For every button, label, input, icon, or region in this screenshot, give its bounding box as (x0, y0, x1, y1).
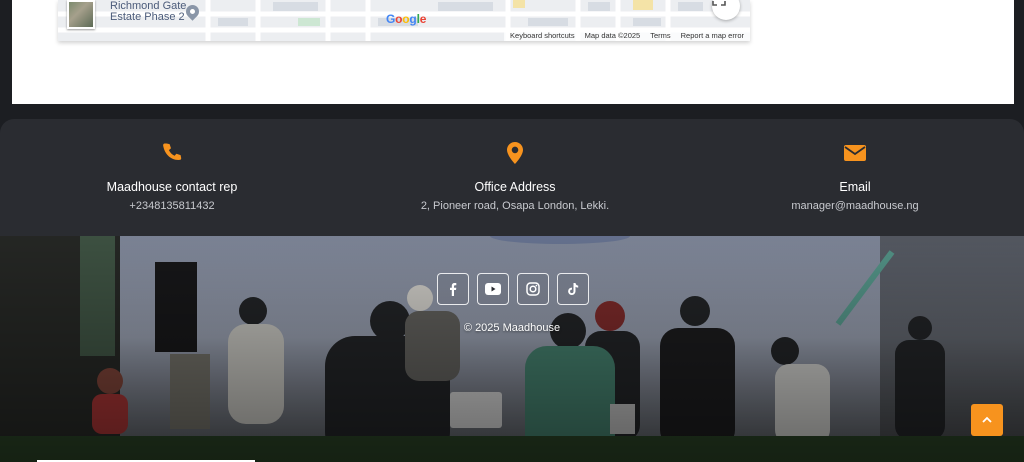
chevron-up-icon (982, 416, 992, 423)
contact-email-value[interactable]: manager@maadhouse.ng (685, 200, 1024, 212)
envelope-icon (685, 141, 1024, 167)
facebook-icon (450, 283, 457, 296)
copyright-text: © 2025 Maadhouse (463, 322, 561, 334)
contact-email: Email manager@maadhouse.ng (685, 119, 1024, 212)
contact-address-title: Office Address (474, 180, 556, 194)
map-data-label: Map data ©2025 (584, 30, 641, 40)
page: Richmond Gate Estate Phase 2 Google Keyb… (0, 0, 1024, 462)
contact-address-value: 2, Pioneer road, Osapa London, Lekki. (420, 200, 610, 212)
back-to-top-button[interactable] (971, 404, 1003, 436)
map-place-label[interactable]: Richmond Gate Estate Phase 2 (110, 1, 186, 23)
embedded-map[interactable]: Richmond Gate Estate Phase 2 Google Keyb… (58, 0, 750, 41)
contact-phone-value[interactable]: +2348135811432 (2, 200, 342, 212)
crowd-background-photo (0, 236, 1024, 462)
youtube-button[interactable] (477, 273, 509, 305)
social-links (437, 273, 589, 305)
instagram-button[interactable] (517, 273, 549, 305)
report-map-error-link[interactable]: Report a map error (681, 31, 744, 40)
map-attribution-bar: Keyboard shortcuts Map data ©2025 Terms … (504, 29, 750, 41)
satellite-toggle-thumbnail[interactable] (67, 0, 95, 29)
google-logo: Google (386, 12, 427, 26)
instagram-icon (526, 282, 540, 296)
contact-phone: Maadhouse contact rep +2348135811432 (2, 119, 342, 212)
tiktok-button[interactable] (557, 273, 589, 305)
contact-phone-title: Maadhouse contact rep (106, 180, 238, 194)
map-place-label-line2: Estate Phase 2 (110, 11, 185, 23)
facebook-button[interactable] (437, 273, 469, 305)
youtube-icon (485, 283, 501, 295)
contact-address: Office Address 2, Pioneer road, Osapa Lo… (345, 119, 685, 212)
footer-hero: © 2025 Maadhouse (0, 236, 1024, 462)
terms-link[interactable]: Terms (650, 31, 670, 40)
tiktok-icon (568, 283, 579, 295)
keyboard-shortcuts-link[interactable]: Keyboard shortcuts (510, 31, 575, 40)
contact-info-bar: Maadhouse contact rep +2348135811432 Off… (0, 119, 1024, 236)
contact-email-title: Email (839, 180, 871, 194)
location-pin-icon (345, 141, 685, 167)
phone-icon (2, 141, 342, 167)
map-card: Richmond Gate Estate Phase 2 Google Keyb… (12, 0, 1014, 104)
